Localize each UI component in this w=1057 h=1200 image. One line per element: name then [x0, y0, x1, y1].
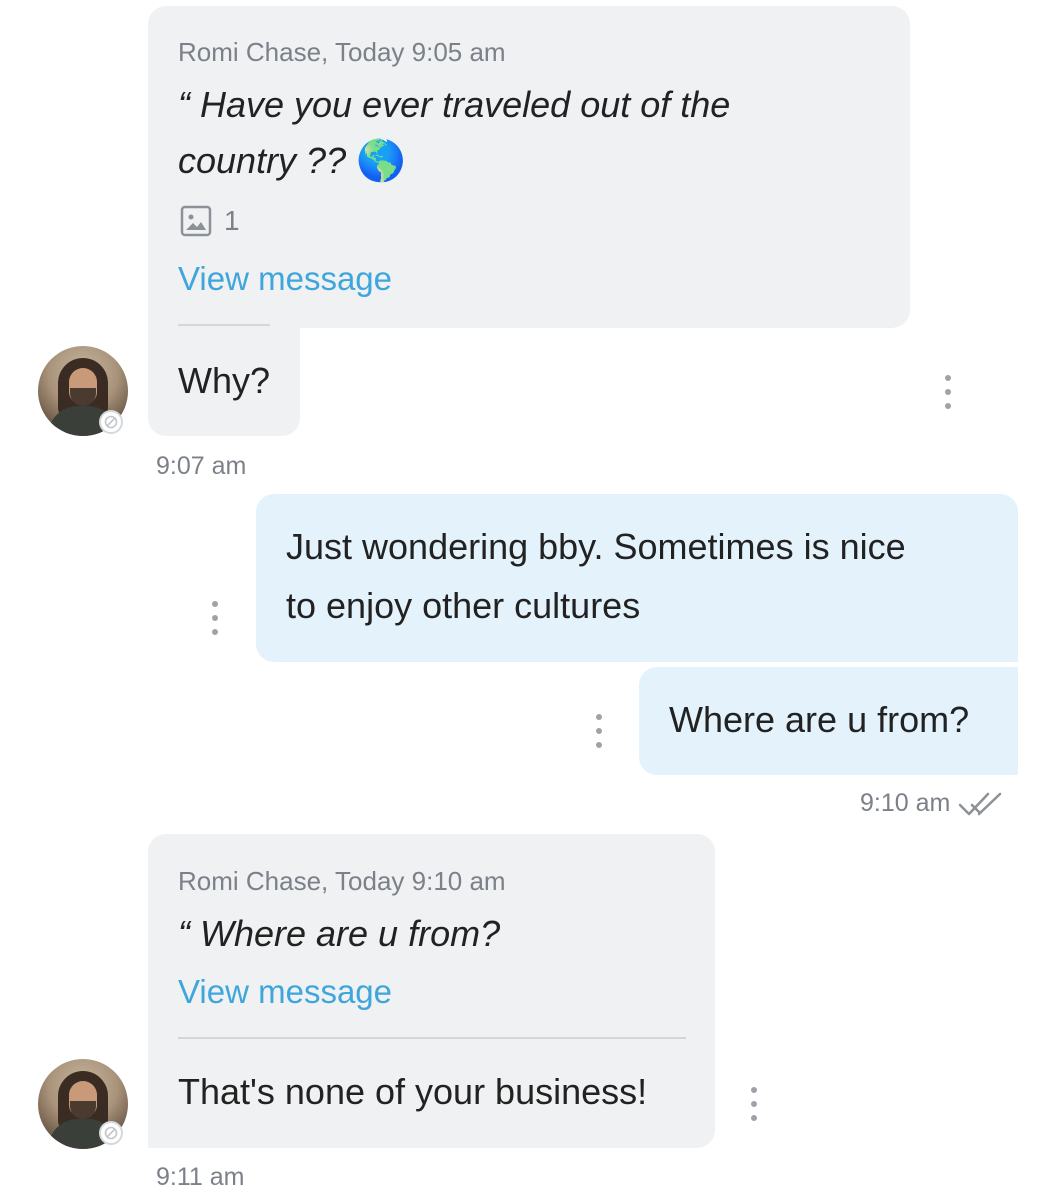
message-time: 9:10 am	[860, 789, 951, 817]
view-message-link[interactable]: View message	[178, 973, 392, 1011]
quote-divider	[178, 324, 270, 326]
quote-sender-meta: Romi Chase, Today 9:10 am	[178, 866, 506, 896]
view-message-link[interactable]: View message	[178, 260, 392, 298]
globe-emoji-icon: 🌎	[356, 139, 406, 183]
quoted-text-line-2-row: country ?? 🌎	[178, 140, 406, 182]
more-options-icon[interactable]	[210, 601, 220, 635]
message-status-row: 9:10 am	[860, 789, 1004, 818]
more-options-icon[interactable]	[594, 714, 604, 748]
message-text: That's none of your business!	[178, 1071, 648, 1112]
status-badge	[99, 410, 123, 434]
quoted-text: “ Where are u from?	[178, 913, 501, 954]
message-time: 9:07 am	[156, 452, 247, 480]
more-options-icon[interactable]	[943, 375, 953, 409]
blocked-icon	[104, 415, 118, 429]
message-text-line-1: Just wondering bby. Sometimes is nice	[286, 526, 906, 567]
status-badge	[99, 1121, 123, 1145]
attachment-count-row: 1	[180, 205, 240, 237]
quote-sender-meta: Romi Chase, Today 9:05 am	[178, 37, 506, 67]
quoted-text-line-2: country ??	[178, 140, 347, 181]
image-icon	[180, 205, 212, 237]
attachment-count: 1	[224, 205, 240, 236]
blocked-icon	[104, 1126, 118, 1140]
quoted-text-line-1: “ Have you ever traveled out of the	[178, 84, 731, 125]
message-text: Where are u from?	[669, 699, 970, 740]
message-text-line-2: to enjoy other cultures	[286, 585, 641, 626]
quote-divider	[178, 1037, 686, 1039]
message-text: Why?	[178, 360, 271, 401]
more-options-icon[interactable]	[749, 1087, 759, 1121]
double-check-icon	[958, 791, 1004, 817]
message-time: 9:11 am	[156, 1163, 245, 1191]
